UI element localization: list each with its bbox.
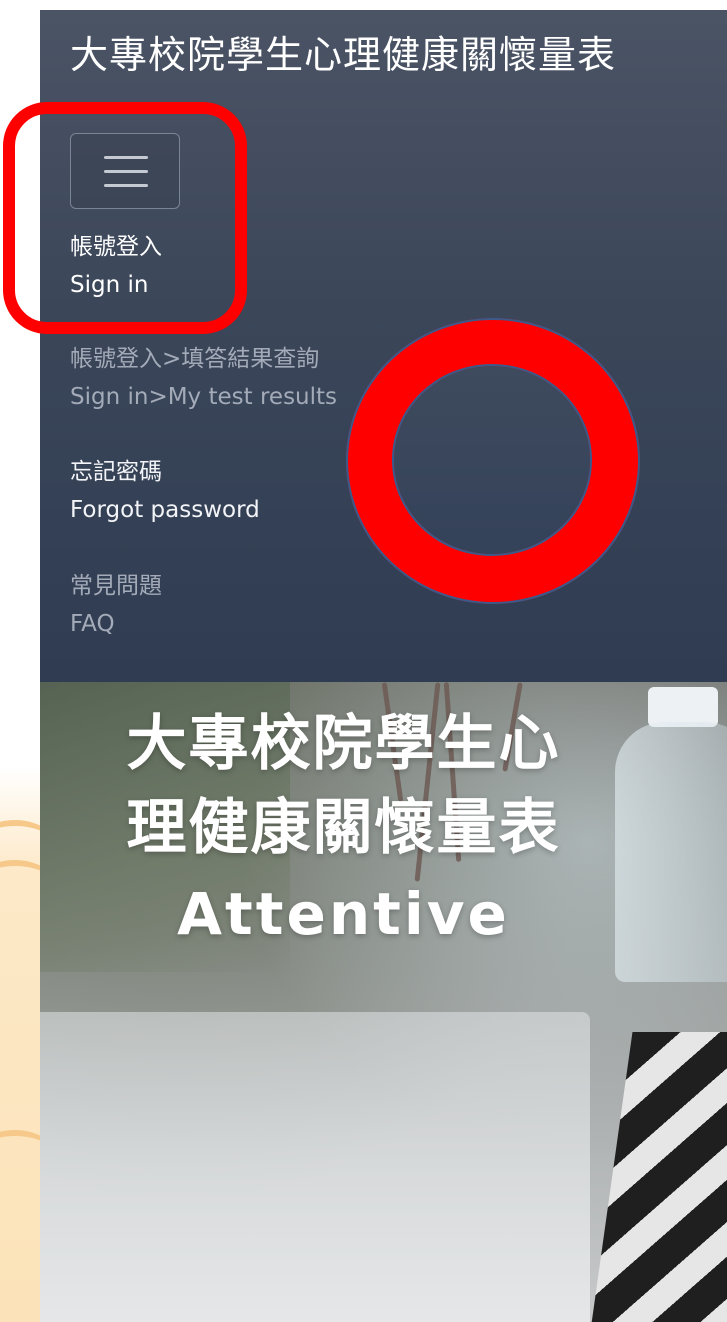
nav-item-label-zh: 忘記密碼 (70, 459, 162, 485)
hero-title-line-1: 大專校院學生心 (126, 709, 561, 779)
hero-title: 大專校院學生心 理健康關懷量表 Attentive (0, 682, 687, 1322)
red-highlight-box (3, 102, 247, 334)
nav-item-label-en: Forgot password (70, 497, 260, 523)
hero-title-line-3: Attentive (177, 880, 510, 948)
nav-item-forgot-password[interactable]: 忘記密碼 Forgot password (70, 453, 260, 529)
nav-item-label-zh: 帳號登入>填答結果查詢 (70, 346, 320, 372)
nav-item-label-zh: 常見問題 (70, 573, 162, 599)
nav-item-my-test-results[interactable]: 帳號登入>填答結果查詢 Sign in>My test results (70, 340, 337, 416)
hero-title-line-2: 理健康關懷量表 (126, 793, 561, 863)
site-brand[interactable]: 大專校院學生心理健康關懷量表 (70, 32, 710, 112)
nav-item-faq[interactable]: 常見問題 FAQ (70, 567, 162, 643)
red-highlight-circle-center (394, 366, 590, 554)
red-highlight-circle (346, 318, 640, 604)
nav-item-label-en: FAQ (70, 611, 115, 637)
nav-item-label-en: Sign in>My test results (70, 384, 338, 410)
